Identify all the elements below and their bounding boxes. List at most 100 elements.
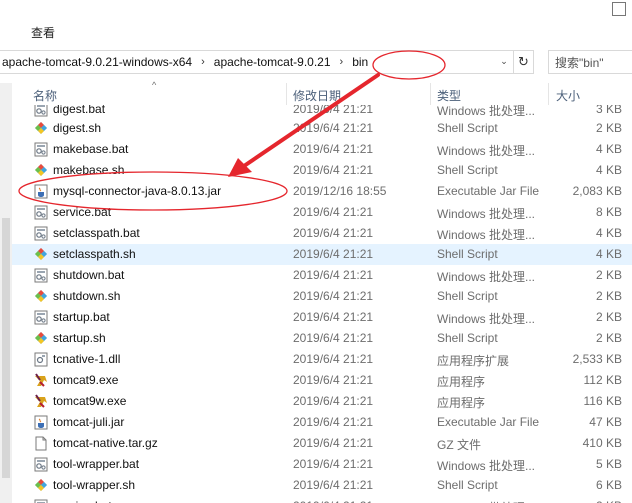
- column-divider[interactable]: [430, 83, 431, 105]
- file-row[interactable]: shutdown.bat 2019/6/4 21:21 Windows 批处理...…: [12, 265, 632, 286]
- shell-script-icon: [34, 163, 48, 178]
- file-type: Executable Jar File: [437, 415, 540, 429]
- file-name: version.bat: [53, 499, 112, 503]
- file-name: makebase.sh: [53, 163, 125, 177]
- scrollbar-thumb[interactable]: [2, 218, 10, 478]
- breadcrumb-tomcat[interactable]: apache-tomcat-9.0.21: [212, 55, 333, 69]
- shell-script-icon: [34, 247, 48, 262]
- file-row[interactable]: digest.sh 2019/6/4 21:21 Shell Script 2 KB: [12, 118, 632, 139]
- breadcrumb-bin[interactable]: bin: [350, 55, 370, 69]
- file-name: tcnative-1.dll: [53, 352, 121, 366]
- file-row[interactable]: setclasspath.sh 2019/6/4 21:21 Shell Scrip…: [12, 244, 632, 265]
- file-row[interactable]: setclasspath.bat 2019/6/4 21:21 Windows 批处…: [12, 223, 632, 244]
- file-date: 2019/6/4 21:21: [293, 226, 374, 240]
- file-type: Windows 批处理...: [437, 270, 536, 284]
- tab-view[interactable]: 查看: [31, 24, 55, 41]
- file-row[interactable]: tomcat-native.tar.gz 2019/6/4 21:21 GZ 文件 4…: [12, 433, 632, 454]
- file-row[interactable]: tomcat-juli.jar 2019/6/4 21:21 Executable …: [12, 412, 632, 433]
- file-type: Windows 批处理...: [437, 499, 535, 503]
- file-type: Windows 批处理...: [437, 228, 536, 242]
- file-size: 5 KB: [595, 457, 622, 471]
- file-row[interactable]: tool-wrapper.sh 2019/6/4 21:21 Shell Scrip…: [12, 475, 632, 496]
- column-divider[interactable]: [548, 83, 549, 105]
- bat-icon: [34, 226, 48, 241]
- file-list[interactable]: digest.bat 2019/6/4 21:21 Windows 批处理... 3 …: [12, 105, 632, 503]
- file-row[interactable]: makebase.sh 2019/6/4 21:21 Shell Script 4 K…: [12, 160, 632, 181]
- file-size: 47 KB: [589, 415, 622, 429]
- file-type: Windows 批处理...: [437, 144, 536, 158]
- file-row[interactable]: version.bat 2019/6/4 21:21 Windows 批处理... 2…: [12, 496, 632, 503]
- file-size: 2 KB: [595, 289, 622, 303]
- file-date: 2019/6/4 21:21: [293, 310, 374, 324]
- file-date: 2019/12/16 18:55: [293, 184, 387, 198]
- file-size: 8 KB: [595, 205, 622, 219]
- file-date: 2019/6/4 21:21: [293, 499, 373, 503]
- shell-script-icon: [34, 289, 48, 304]
- file-type: Shell Script: [437, 289, 498, 303]
- file-size: 2,083 KB: [572, 184, 622, 198]
- file-row[interactable]: service.bat 2019/6/4 21:21 Windows 批处理... 8…: [12, 202, 632, 223]
- shell-script-icon: [34, 331, 48, 346]
- file-date: 2019/6/4 21:21: [293, 268, 374, 282]
- file-size: 4 KB: [595, 247, 622, 261]
- file-row[interactable]: startup.sh 2019/6/4 21:21 Shell Script 2 KB: [12, 328, 632, 349]
- file-date: 2019/6/4 21:21: [293, 352, 374, 366]
- file-row[interactable]: startup.bat 2019/6/4 21:21 Windows 批处理... 2…: [12, 307, 632, 328]
- file-size: 2,533 KB: [572, 352, 622, 366]
- shell-script-icon: [34, 478, 48, 493]
- file-date: 2019/6/4 21:21: [293, 373, 374, 387]
- column-size[interactable]: 大小: [556, 87, 580, 104]
- address-dropdown-icon[interactable]: ⌄: [495, 50, 513, 72]
- column-divider[interactable]: [286, 83, 287, 105]
- file-size: 2 KB: [596, 499, 622, 503]
- file-type: Windows 批处理...: [437, 312, 536, 326]
- file-size: 3 KB: [595, 105, 622, 116]
- file-size: 4 KB: [595, 226, 622, 240]
- file-name: makebase.bat: [53, 142, 129, 156]
- file-date: 2019/6/4 21:21: [293, 331, 374, 345]
- file-row[interactable]: tomcat9.exe 2019/6/4 21:21 应用程序 112 KB: [12, 370, 632, 391]
- file-size: 2 KB: [595, 121, 622, 135]
- file-size: 6 KB: [595, 478, 622, 492]
- breadcrumb-separator-icon[interactable]: ›: [194, 56, 212, 68]
- file-row[interactable]: makebase.bat 2019/6/4 21:21 Windows 批处理...…: [12, 139, 632, 160]
- jar-icon: [34, 415, 48, 430]
- bat-icon: [34, 268, 48, 283]
- column-name[interactable]: 名称: [33, 87, 57, 104]
- file-date: 2019/6/4 21:21: [293, 247, 374, 261]
- file-type: 应用程序: [437, 396, 486, 410]
- navigation-pane-scrollbar[interactable]: [0, 83, 12, 503]
- file-type: Executable Jar File: [437, 184, 540, 198]
- file-name: digest.sh: [53, 121, 102, 135]
- address-bar[interactable]: apache-tomcat-9.0.21-windows-x64 › apach…: [0, 50, 514, 74]
- file-row[interactable]: tomcat9w.exe 2019/6/4 21:21 应用程序 116 KB: [12, 391, 632, 412]
- file-name: tool-wrapper.sh: [53, 478, 136, 492]
- file-row[interactable]: shutdown.sh 2019/6/4 21:21 Shell Script 2 K…: [12, 286, 632, 307]
- file-row[interactable]: tcnative-1.dll 2019/6/4 21:21 应用程序扩展 2,533 …: [12, 349, 632, 370]
- refresh-icon[interactable]: ↻: [514, 50, 534, 74]
- bat-icon: [34, 499, 48, 503]
- file-name: mysql-connector-java-8.0.13.jar: [53, 184, 222, 198]
- search-input[interactable]: 搜索"bin": [548, 50, 632, 74]
- window-control[interactable]: [612, 2, 626, 16]
- file-row[interactable]: mysql-connector-java-8.0.13.jar 2019/12/1…: [12, 181, 632, 202]
- file-type: Shell Script: [437, 247, 498, 261]
- file-type: Windows 批处理...: [437, 207, 536, 221]
- file-row[interactable]: tool-wrapper.bat 2019/6/4 21:21 Windows 批处…: [12, 454, 632, 475]
- file-type: Shell Script: [437, 163, 498, 177]
- file-name: setclasspath.sh: [53, 247, 136, 261]
- file-type: Windows 批处理...: [437, 459, 536, 473]
- column-date[interactable]: 修改日期: [293, 87, 341, 104]
- file-type: GZ 文件: [437, 438, 481, 452]
- file-type: 应用程序扩展: [437, 354, 510, 368]
- file-date: 2019/6/4 21:21: [293, 121, 374, 135]
- file-date: 2019/6/4 21:21: [293, 105, 374, 116]
- column-type[interactable]: 类型: [437, 87, 461, 104]
- file-size: 116 KB: [583, 394, 622, 408]
- file-date: 2019/6/4 21:21: [293, 142, 374, 156]
- file-type: Shell Script: [437, 121, 498, 135]
- breadcrumb-tomcat-windows[interactable]: apache-tomcat-9.0.21-windows-x64: [0, 55, 194, 69]
- bat-icon: [34, 457, 48, 472]
- bat-icon: [34, 205, 48, 220]
- breadcrumb-separator-icon[interactable]: ›: [333, 56, 351, 68]
